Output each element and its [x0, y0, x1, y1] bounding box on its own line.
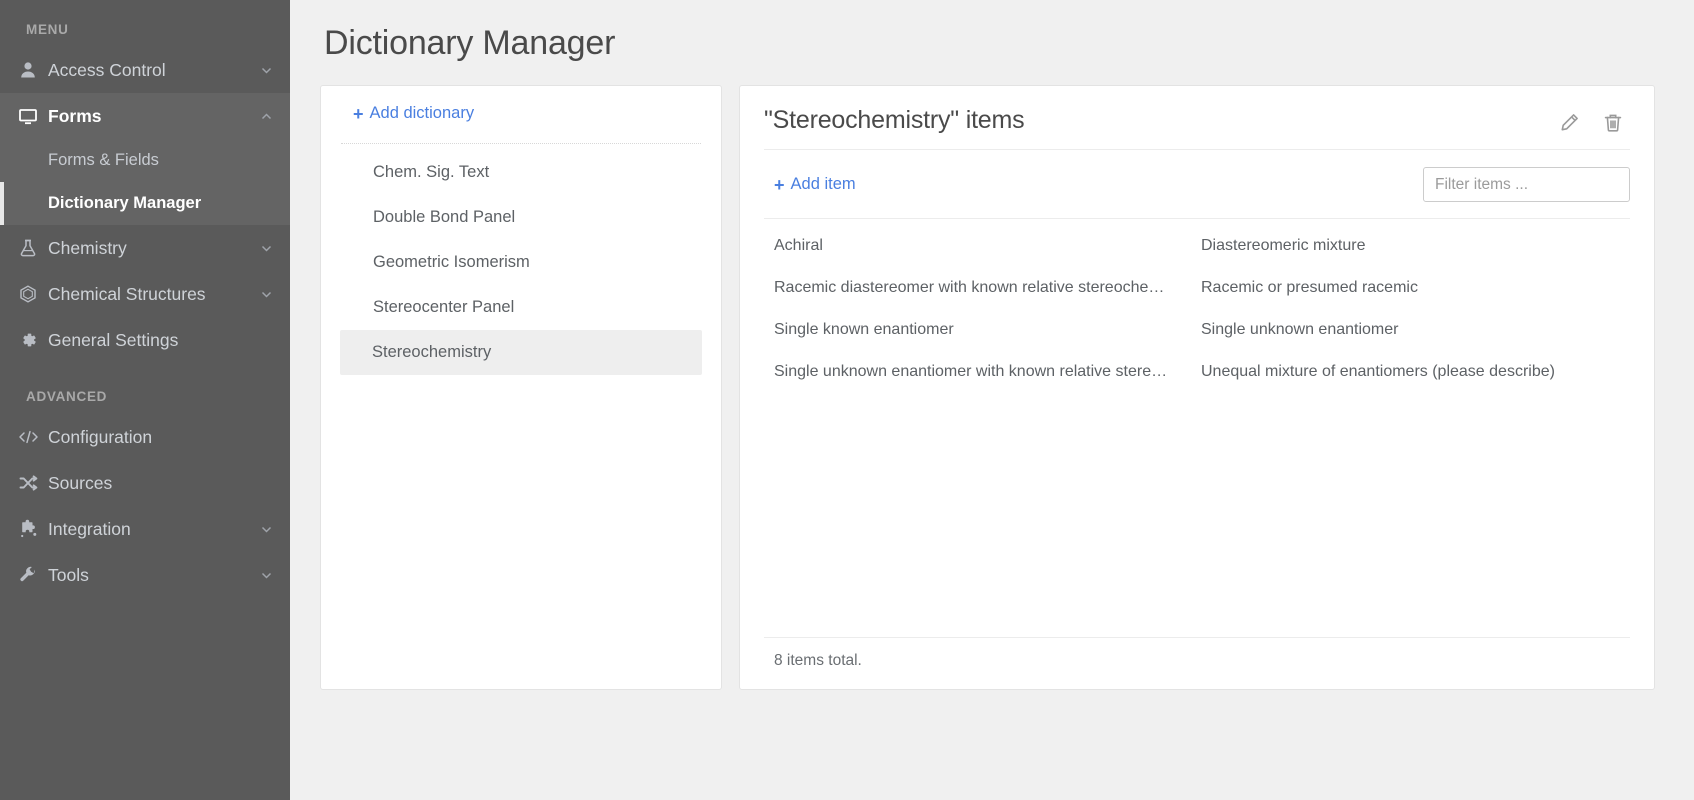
items-table: Achiral Diastereomeric mixture Racemic d… [764, 218, 1630, 689]
sidebar-item-general-settings[interactable]: General Settings [0, 317, 290, 363]
add-item-label: Add item [790, 175, 856, 193]
sidebar-item-chemical-structures[interactable]: Chemical Structures [0, 271, 290, 317]
sidebar-item-integration[interactable]: Integration [0, 506, 290, 552]
panels-container: + Add dictionary Chem. Sig. Text Double … [320, 85, 1664, 690]
list-item[interactable]: Double Bond Panel [341, 195, 701, 240]
plus-icon: + [353, 103, 364, 124]
sidebar-item-label: General Settings [48, 329, 179, 350]
chevron-down-icon [258, 288, 274, 301]
item-cell-right: Racemic or presumed racemic [1201, 279, 1418, 296]
sidebar-item-access-control[interactable]: Access Control [0, 47, 290, 93]
hexagon-icon [18, 284, 48, 304]
chevron-up-icon [258, 110, 274, 123]
page-title: Dictionary Manager [324, 24, 616, 62]
flask-icon [18, 238, 48, 258]
sidebar-item-forms-and-fields[interactable]: Forms & Fields [0, 139, 290, 182]
chevron-down-icon [258, 523, 274, 536]
main-content: Dictionary Manager + Add dictionary Chem… [290, 0, 1694, 800]
monitor-icon [18, 106, 48, 126]
dictionary-name: Geometric Isomerism [373, 252, 530, 271]
dictionary-name: Stereocenter Panel [373, 297, 515, 316]
items-panel: "Stereochemistry" items + Add item Filte… [739, 85, 1655, 690]
sidebar-item-label: Configuration [48, 426, 153, 447]
dictionary-list: Chem. Sig. Text Double Bond Panel Geomet… [321, 144, 721, 375]
sidebar-item-configuration[interactable]: Configuration [0, 414, 290, 460]
dictionary-name: Chem. Sig. Text [373, 162, 490, 181]
filter-items-input[interactable] [1423, 167, 1630, 202]
sidebar-item-label: Sources [48, 472, 113, 493]
sidebar-item-forms[interactable]: Forms [0, 93, 290, 139]
puzzle-icon [18, 519, 48, 539]
items-panel-title: "Stereochemistry" items [764, 106, 1025, 134]
table-row[interactable]: Achiral Diastereomeric mixture [764, 225, 1630, 267]
list-item[interactable]: Stereocenter Panel [341, 285, 701, 330]
table-row[interactable]: Racemic diastereomer with known relative… [764, 267, 1630, 309]
sidebar-item-tools[interactable]: Tools [0, 552, 290, 598]
trash-icon[interactable] [1602, 112, 1624, 134]
sidebar-item-label: Access Control [48, 59, 166, 80]
item-cell-left: Single unknown enantiomer with known rel… [774, 363, 1184, 380]
item-cell-left: Achiral [774, 237, 823, 254]
plus-icon: + [774, 174, 785, 195]
list-item[interactable]: Chem. Sig. Text [341, 150, 701, 195]
item-cell-right: Single unknown enantiomer [1201, 321, 1399, 338]
list-item[interactable]: Geometric Isomerism [341, 240, 701, 285]
sidebar-item-label: Integration [48, 518, 131, 539]
items-total-footer: 8 items total. [764, 637, 1630, 689]
item-cell-right: Unequal mixture of enantiomers (please d… [1201, 363, 1555, 380]
item-cell-right: Diastereomeric mixture [1201, 237, 1366, 254]
sidebar-item-label: Chemical Structures [48, 283, 206, 304]
sidebar-item-dictionary-manager[interactable]: Dictionary Manager [0, 182, 290, 225]
wrench-icon [18, 565, 48, 585]
items-panel-actions [1558, 106, 1630, 134]
shuffle-icon [18, 473, 48, 493]
sidebar: MENU Access Control Forms Forms & Fields… [0, 0, 290, 800]
sidebar-subitem-label: Dictionary Manager [48, 194, 202, 212]
code-icon [18, 427, 48, 447]
gear-icon [18, 330, 48, 350]
sidebar-submenu-forms: Forms & Fields Dictionary Manager [0, 139, 290, 225]
table-row[interactable]: Single unknown enantiomer with known rel… [764, 351, 1630, 393]
sidebar-subitem-label: Forms & Fields [48, 151, 159, 169]
chevron-down-icon [258, 64, 274, 77]
sidebar-item-chemistry[interactable]: Chemistry [0, 225, 290, 271]
items-toolbar: + Add item [764, 150, 1630, 218]
sidebar-section-advanced: ADVANCED [26, 389, 108, 404]
pencil-icon[interactable] [1558, 112, 1580, 134]
sidebar-item-label: Chemistry [48, 237, 127, 258]
user-icon [18, 60, 48, 80]
item-cell-left: Single known enantiomer [774, 321, 954, 338]
list-item-selected[interactable]: Stereochemistry [340, 329, 702, 375]
dictionary-name: Double Bond Panel [373, 207, 516, 226]
sidebar-item-sources[interactable]: Sources [0, 460, 290, 506]
add-dictionary-label: Add dictionary [369, 104, 475, 122]
item-cell-left: Racemic diastereomer with known relative… [774, 279, 1190, 296]
sidebar-section-menu: MENU [26, 22, 69, 37]
items-panel-header: "Stereochemistry" items [764, 106, 1630, 150]
table-row[interactable]: Single known enantiomer Single unknown e… [764, 309, 1630, 351]
add-item-button[interactable]: + Add item [764, 175, 856, 194]
chevron-down-icon [258, 569, 274, 582]
chevron-down-icon [258, 242, 274, 255]
sidebar-item-label: Forms [48, 105, 102, 126]
sidebar-item-label: Tools [48, 564, 89, 585]
dictionary-name: Stereochemistry [372, 342, 492, 361]
add-dictionary-button[interactable]: + Add dictionary [321, 104, 474, 123]
dictionary-list-panel: + Add dictionary Chem. Sig. Text Double … [320, 85, 722, 690]
